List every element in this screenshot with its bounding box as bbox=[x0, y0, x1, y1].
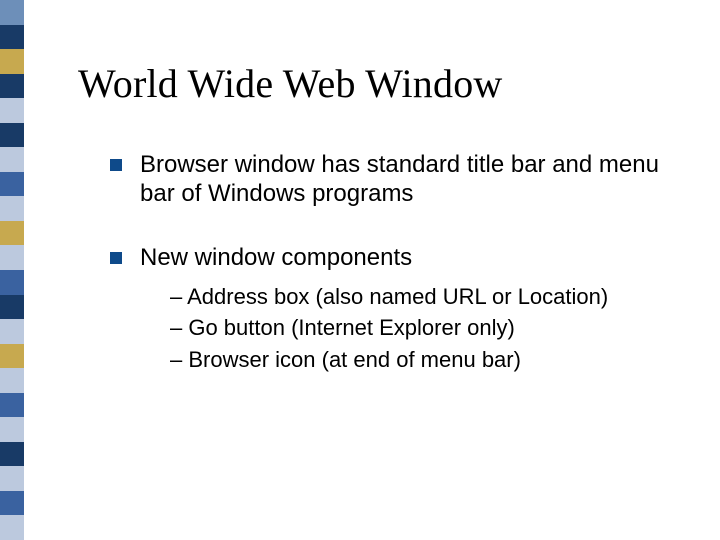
bullet-item: Browser window has standard title bar an… bbox=[110, 150, 670, 209]
sidebar-segment bbox=[0, 442, 24, 467]
sub-item: – Address box (also named URL or Locatio… bbox=[170, 282, 670, 312]
sidebar-segment bbox=[0, 98, 24, 123]
sidebar-segment bbox=[0, 515, 24, 540]
sidebar-segment bbox=[0, 319, 24, 344]
sidebar-segment bbox=[0, 196, 24, 221]
sidebar-segment bbox=[0, 25, 24, 50]
sidebar-segment bbox=[0, 368, 24, 393]
square-bullet-icon bbox=[110, 159, 122, 171]
slide-title: World Wide Web Window bbox=[78, 60, 503, 107]
sidebar-segment bbox=[0, 147, 24, 172]
sidebar-segment bbox=[0, 123, 24, 148]
sidebar-segment bbox=[0, 344, 24, 369]
sidebar-segment bbox=[0, 466, 24, 491]
bullet-text: New window components bbox=[140, 244, 412, 271]
sub-item: – Browser icon (at end of menu bar) bbox=[170, 345, 670, 375]
sidebar-segment bbox=[0, 172, 24, 197]
sidebar-segment bbox=[0, 295, 24, 320]
sub-item: – Go button (Internet Explorer only) bbox=[170, 313, 670, 343]
sidebar-segment bbox=[0, 74, 24, 99]
sidebar-segment bbox=[0, 417, 24, 442]
sub-list: – Address box (also named URL or Locatio… bbox=[140, 282, 670, 375]
bullet-item: New window components – Address box (als… bbox=[110, 243, 670, 375]
sidebar-segment bbox=[0, 491, 24, 516]
slide-body: Browser window has standard title bar an… bbox=[110, 150, 670, 409]
sidebar-segment bbox=[0, 0, 24, 25]
sidebar-segment bbox=[0, 49, 24, 74]
bullet-text: Browser window has standard title bar an… bbox=[140, 151, 659, 207]
decorative-sidebar bbox=[0, 0, 24, 540]
sidebar-segment bbox=[0, 245, 24, 270]
sidebar-segment bbox=[0, 221, 24, 246]
sidebar-segment bbox=[0, 393, 24, 418]
slide: World Wide Web Window Browser window has… bbox=[0, 0, 720, 540]
square-bullet-icon bbox=[110, 252, 122, 264]
sidebar-segment bbox=[0, 270, 24, 295]
